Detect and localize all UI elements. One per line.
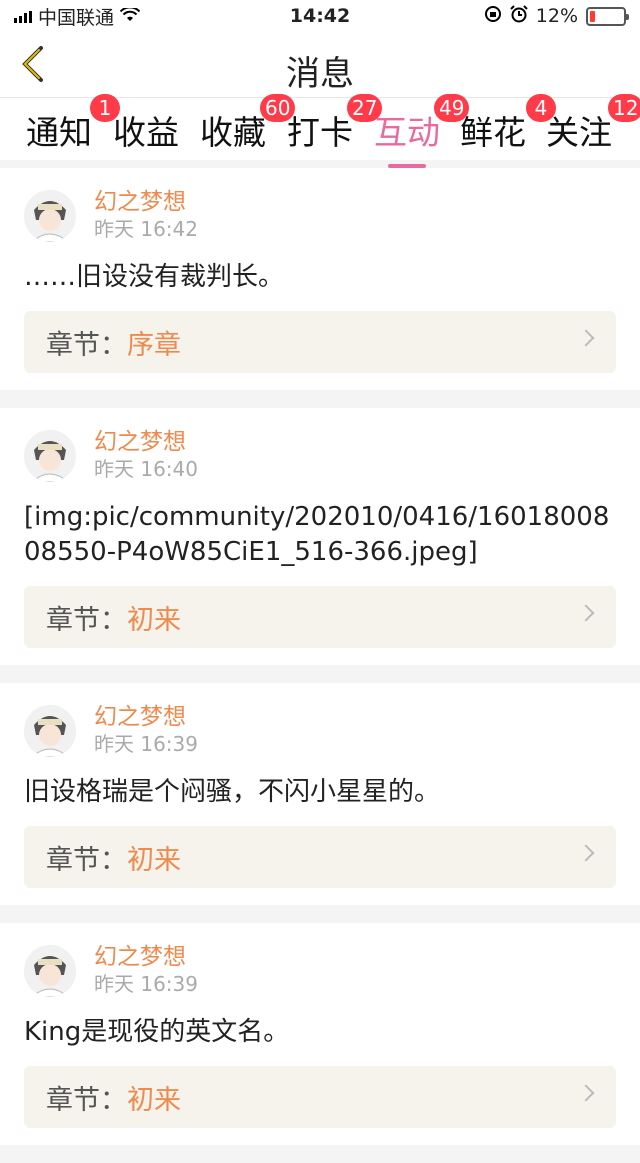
chapter-label: 章节： — [46, 1084, 127, 1116]
chapter-link[interactable]: 章节： 初来 — [24, 1066, 616, 1128]
tab-flowers[interactable]: 鲜花 4 — [460, 94, 556, 154]
rotation-lock-icon — [484, 5, 502, 28]
chapter-name: 初来 — [127, 1084, 181, 1116]
tab-label: 通知 — [26, 113, 92, 152]
chapter-link[interactable]: 章节： 初来 — [24, 826, 616, 888]
carrier-label: 中国联通 — [38, 6, 115, 29]
chapter-label: 章节： — [46, 329, 127, 361]
chapter-name: 初来 — [127, 844, 181, 876]
username[interactable]: 幻之梦想 — [94, 189, 198, 216]
chevron-right-icon — [577, 604, 595, 622]
message-time: 昨天 16:42 — [94, 217, 198, 241]
chevron-right-icon — [577, 329, 595, 347]
chapter-name: 初来 — [127, 604, 181, 636]
username[interactable]: 幻之梦想 — [94, 429, 198, 456]
username[interactable]: 幻之梦想 — [94, 704, 198, 731]
battery-icon — [586, 6, 629, 26]
tab-badge: 12 — [608, 94, 640, 122]
avatar[interactable] — [24, 945, 76, 997]
chapter-label: 章节： — [46, 844, 127, 876]
tab-label: 互动 — [374, 113, 440, 152]
message-list: 幻之梦想 昨天 16:42 ……旧设没有裁判长。 章节： 序章 幻之梦想 昨天 … — [0, 168, 640, 1163]
avatar[interactable] — [24, 430, 76, 482]
message-card: 幻之梦想 昨天 16:42 ……旧设没有裁判长。 章节： 序章 — [0, 168, 640, 390]
tab-label: 收益 — [113, 113, 179, 152]
username[interactable]: 幻之梦想 — [94, 944, 198, 971]
tab-label: 收藏 — [200, 113, 266, 152]
chapter-label: 章节： — [46, 604, 127, 636]
chapter-link[interactable]: 章节： 序章 — [24, 311, 616, 373]
message-card: 幻之梦想 昨天 16:40 [img:pic/community/202010/… — [0, 408, 640, 665]
status-bar: 中国联通 14:42 12% — [0, 0, 640, 32]
tab-earnings[interactable]: 收益 — [113, 106, 179, 154]
tab-interaction[interactable]: 互动 49 — [374, 94, 470, 168]
battery-percent: 12% — [535, 5, 578, 27]
tab-favorites[interactable]: 收藏 60 — [200, 94, 296, 154]
message-time: 昨天 16:40 — [94, 457, 198, 481]
wifi-icon — [119, 5, 141, 27]
tab-follow[interactable]: 关注 12 — [546, 94, 640, 154]
chevron-right-icon — [577, 1084, 595, 1102]
message-card: 幻之梦想 昨天 16:39 King是现役的英文名。 章节： 初来 — [0, 923, 640, 1145]
tab-bar: 通知 1 收益 收藏 60 打卡 27 互动 49 鲜花 4 关注 12 — [0, 94, 640, 168]
message-content: [img:pic/community/202010/0416/160180080… — [24, 502, 610, 567]
avatar[interactable] — [24, 190, 76, 242]
tab-checkin[interactable]: 打卡 27 — [287, 94, 383, 154]
tab-label: 鲜花 — [460, 113, 526, 152]
message-time: 昨天 16:39 — [94, 972, 198, 996]
message-content: 旧设格瑞是个闷骚，不闪小星星的。 — [24, 777, 441, 807]
message-time: 昨天 16:39 — [94, 732, 198, 756]
chapter-link[interactable]: 章节： 初来 — [24, 586, 616, 648]
navigation-bar: 消息 — [0, 32, 640, 98]
chevron-right-icon — [577, 844, 595, 862]
message-content: King是现役的英文名。 — [24, 1017, 290, 1047]
tab-notice[interactable]: 通知 1 — [26, 94, 120, 154]
alarm-icon — [510, 4, 528, 28]
tab-label: 打卡 — [287, 113, 353, 152]
message-content: ……旧设没有裁判长。 — [24, 262, 285, 292]
page-title: 消息 — [286, 54, 354, 94]
signal-icon — [14, 9, 32, 23]
message-card: 幻之梦想 昨天 16:39 旧设格瑞是个闷骚，不闪小星星的。 章节： 初来 — [0, 683, 640, 905]
chapter-name: 序章 — [127, 329, 181, 361]
tab-label: 关注 — [546, 113, 612, 152]
avatar[interactable] — [24, 705, 76, 757]
